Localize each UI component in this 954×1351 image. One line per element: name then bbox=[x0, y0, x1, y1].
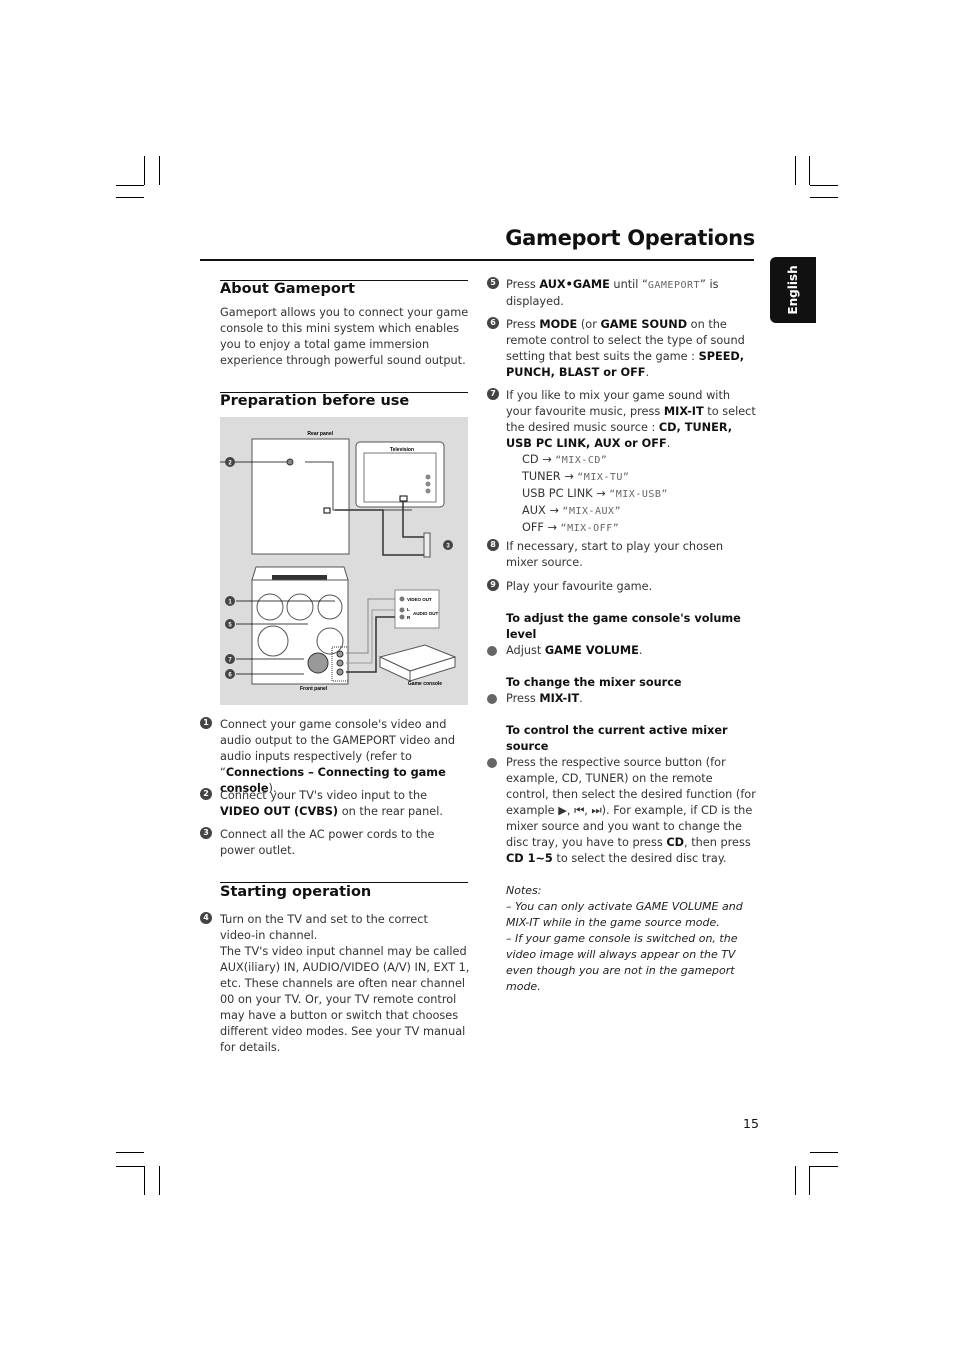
connection-diagram: Rear panel Television 2 3 Front panel 1 … bbox=[220, 417, 468, 705]
note-item: – If your game console is switched on, t… bbox=[506, 932, 738, 993]
step-number: 1 bbox=[200, 717, 212, 729]
mix-mapping-item: USB PC LINK → “MIX-USB” bbox=[522, 487, 668, 500]
about-heading: About Gameport bbox=[220, 281, 355, 297]
mixer-text: Press MIX-IT. bbox=[506, 692, 583, 705]
control-text: Press the respective source button (for … bbox=[506, 756, 756, 865]
preparation-heading: Preparation before use bbox=[220, 393, 410, 409]
step-2-text: Connect your TV's video input to the VID… bbox=[220, 789, 443, 818]
step-4-text: Turn on the TV and set to the correct vid… bbox=[220, 913, 470, 1054]
step-1-text: Connect your game console's video and au… bbox=[220, 718, 456, 795]
volume-subheading: To adjust the game console's volume leve… bbox=[506, 612, 741, 641]
bullet-icon bbox=[487, 758, 497, 768]
step-8-text: If necessary, start to play your chosen … bbox=[506, 540, 723, 569]
step-number: 6 bbox=[487, 317, 499, 329]
television-label: Television bbox=[390, 447, 414, 453]
step-7-text: If you like to mix your game sound with … bbox=[506, 389, 756, 450]
audio-out-label: AUDIO OUT bbox=[413, 611, 439, 616]
step-5-text: Press AUX•GAME until “GAMEPORT” is displ… bbox=[506, 278, 719, 308]
mix-mapping-item: TUNER → “MIX-TU” bbox=[522, 470, 630, 483]
about-text: Gameport allows you to connect your game… bbox=[220, 306, 469, 367]
video-out-label: VIDEO OUT bbox=[407, 597, 432, 602]
page-title: Gameport Operations bbox=[505, 226, 755, 250]
mixer-subheading: To change the mixer source bbox=[506, 676, 682, 689]
step-number: 7 bbox=[487, 388, 499, 400]
section-divider bbox=[220, 882, 468, 883]
note-item: – You can only activate GAME VOLUME and … bbox=[506, 900, 743, 929]
l-label: L bbox=[407, 607, 410, 612]
volume-text: Adjust GAME VOLUME. bbox=[506, 644, 643, 657]
game-console-label: Game console bbox=[408, 681, 442, 687]
step-number: 2 bbox=[200, 788, 212, 800]
step-number: 8 bbox=[487, 539, 499, 551]
step-number: 5 bbox=[487, 277, 499, 289]
step-number: 4 bbox=[200, 912, 212, 924]
step-6-text: Press MODE (or GAME SOUND on the remote … bbox=[506, 318, 745, 379]
bullet-icon bbox=[487, 646, 497, 656]
title-divider bbox=[200, 259, 754, 261]
step-number: 9 bbox=[487, 579, 499, 591]
mix-mapping-list: CD → “MIX-CD” TUNER → “MIX-TU” USB PC LI… bbox=[522, 452, 752, 537]
starting-heading: Starting operation bbox=[220, 884, 372, 900]
step-number: 3 bbox=[200, 827, 212, 839]
mix-mapping-item: OFF → “MIX-OFF” bbox=[522, 521, 620, 534]
mix-mapping-item: AUX → “MIX-AUX” bbox=[522, 504, 622, 517]
control-subheading: To control the current active mixer sour… bbox=[506, 724, 728, 753]
front-panel-label: Front panel bbox=[300, 686, 328, 692]
language-tab: English bbox=[770, 257, 816, 323]
mix-mapping-item: CD → “MIX-CD” bbox=[522, 453, 608, 466]
bullet-icon bbox=[487, 694, 497, 704]
page-number: 15 bbox=[743, 1116, 759, 1131]
rear-panel-label: Rear panel bbox=[307, 431, 333, 437]
step-9-text: Play your favourite game. bbox=[506, 580, 653, 593]
notes-title: Notes: bbox=[506, 884, 542, 897]
notes: Notes: – You can only activate GAME VOLU… bbox=[506, 883, 756, 995]
step-3-text: Connect all the AC power cords to the po… bbox=[220, 828, 435, 857]
